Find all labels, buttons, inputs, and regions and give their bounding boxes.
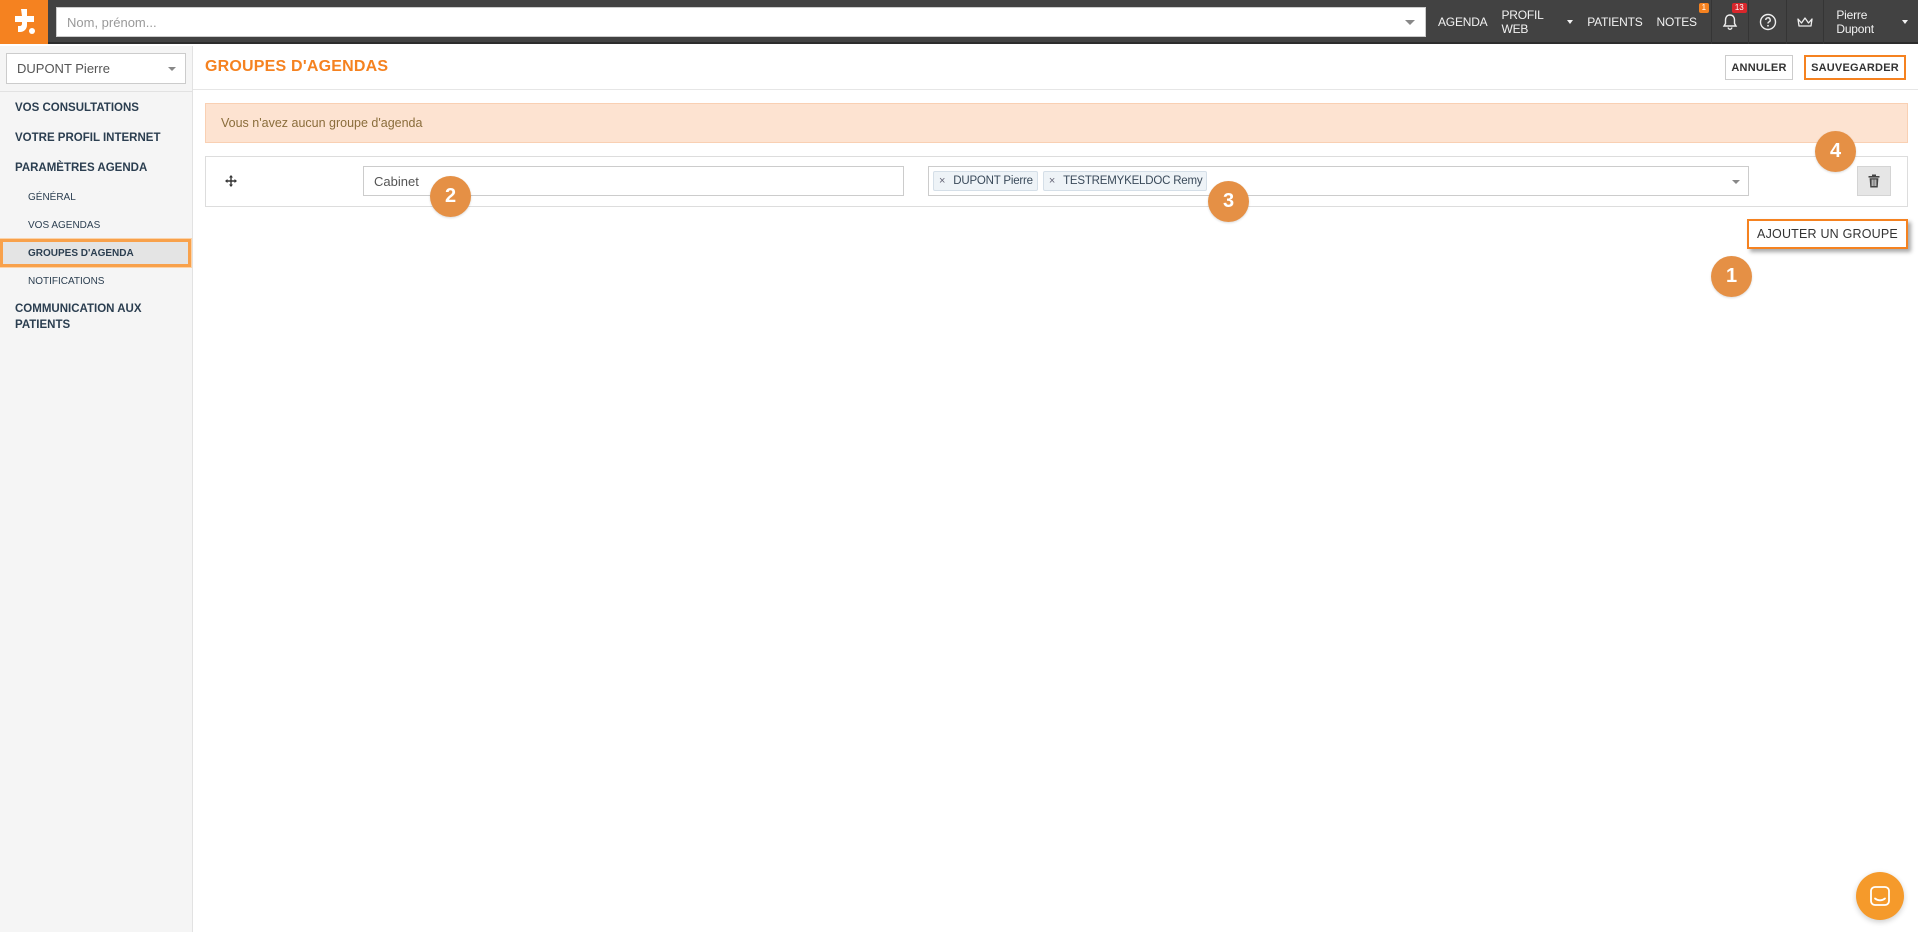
nav-profil-web[interactable]: PROFIL WEB bbox=[1495, 0, 1579, 44]
empty-groups-alert: Vous n'avez aucun groupe d'agenda bbox=[205, 103, 1908, 143]
chevron-down-icon bbox=[1567, 20, 1574, 24]
agenda-multiselect[interactable]: × DUPONT Pierre × TESTREMYKELDOC Remy bbox=[928, 166, 1749, 196]
step-marker-1: 1 bbox=[1711, 256, 1752, 297]
remove-tag-icon[interactable]: × bbox=[1047, 175, 1057, 187]
agenda-tag: × TESTREMYKELDOC Remy bbox=[1042, 171, 1208, 191]
chevron-down-icon bbox=[1901, 20, 1908, 24]
logo-icon[interactable] bbox=[0, 0, 48, 44]
step-marker-2: 2 bbox=[430, 176, 471, 217]
move-icon[interactable] bbox=[224, 174, 238, 188]
delete-group-button[interactable] bbox=[1857, 166, 1891, 196]
chevron-down-icon[interactable] bbox=[1405, 20, 1415, 25]
sidebar-item-notifications[interactable]: NOTIFICATIONS bbox=[0, 267, 192, 295]
crown-icon bbox=[1797, 17, 1813, 27]
trash-icon bbox=[1868, 174, 1880, 188]
add-group-button[interactable]: AJOUTER UN GROUPE bbox=[1747, 219, 1908, 249]
help-button[interactable] bbox=[1748, 0, 1786, 44]
nav-patients[interactable]: PATIENTS bbox=[1581, 0, 1648, 44]
agenda-tag: × DUPONT Pierre bbox=[933, 171, 1038, 191]
remove-tag-icon[interactable]: × bbox=[937, 175, 947, 187]
top-navbar: AGENDA PROFIL WEB PATIENTS NOTES 1 13 bbox=[0, 0, 1918, 44]
sidebar-item-parametres-agenda[interactable]: PARAMÈTRES AGENDA bbox=[0, 153, 192, 183]
step-marker-3: 3 bbox=[1208, 181, 1249, 222]
sidebar: DUPONT Pierre VOS CONSULTATIONS VOTRE PR… bbox=[0, 46, 193, 932]
notes-count-badge: 1 bbox=[1698, 3, 1709, 13]
cancel-button[interactable]: ANNULER bbox=[1725, 55, 1793, 80]
chat-icon bbox=[1870, 886, 1890, 906]
page-title: GROUPES D'AGENDAS bbox=[205, 58, 389, 75]
nav-notes[interactable]: NOTES 1 bbox=[1651, 0, 1709, 44]
chevron-down-icon[interactable] bbox=[1732, 180, 1740, 184]
sidebar-item-vos-agendas[interactable]: VOS AGENDAS bbox=[0, 211, 192, 239]
nav-agenda[interactable]: AGENDA bbox=[1432, 0, 1493, 44]
sidebar-item-consultations[interactable]: VOS CONSULTATIONS bbox=[0, 93, 192, 123]
patient-search[interactable] bbox=[56, 7, 1426, 37]
save-button[interactable]: SAUVEGARDER bbox=[1804, 55, 1906, 80]
chat-launcher[interactable] bbox=[1856, 872, 1904, 920]
user-menu[interactable]: Pierre Dupont bbox=[1823, 0, 1918, 44]
help-icon bbox=[1759, 13, 1776, 31]
sidebar-item-communication[interactable]: COMMUNICATION AUX PATIENTS bbox=[0, 295, 192, 339]
chevron-down-icon bbox=[168, 67, 176, 71]
page-header: GROUPES D'AGENDAS ANNULER SAUVEGARDER bbox=[193, 46, 1918, 90]
sidebar-menu: VOS CONSULTATIONS VOTRE PROFIL INTERNET … bbox=[0, 92, 192, 339]
sidebar-item-general[interactable]: GÉNÉRAL bbox=[0, 183, 192, 211]
step-marker-4: 4 bbox=[1815, 131, 1856, 172]
notifications-count-badge: 13 bbox=[1731, 3, 1747, 13]
bell-icon bbox=[1722, 14, 1738, 30]
sidebar-item-profil-internet[interactable]: VOTRE PROFIL INTERNET bbox=[0, 123, 192, 153]
notifications-button[interactable]: 13 bbox=[1710, 0, 1749, 44]
premium-button[interactable] bbox=[1785, 0, 1824, 44]
doctor-select[interactable]: DUPONT Pierre bbox=[6, 53, 186, 84]
sidebar-item-groupes-agenda[interactable]: GROUPES D'AGENDA bbox=[0, 239, 191, 267]
search-input[interactable] bbox=[57, 8, 1425, 36]
